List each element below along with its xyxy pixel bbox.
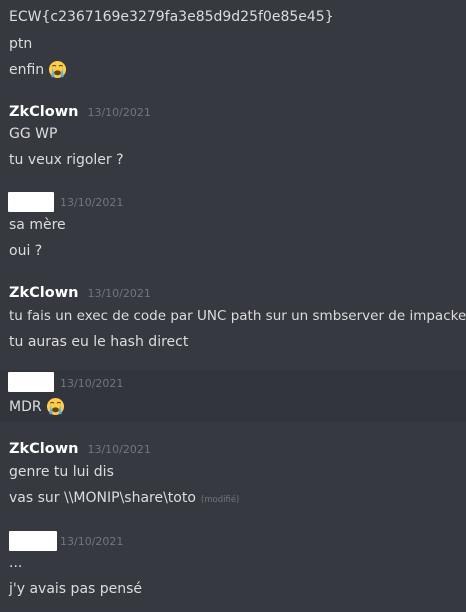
message-timestamp[interactable]: 13/10/2021 (60, 196, 123, 210)
message-text: vas sur \\MONIP\share\toto (9, 490, 196, 506)
message-line: ECW{c2367169e3279fa3e85d9d25f0e85e45} (9, 9, 334, 25)
message-line: ptn (9, 36, 33, 52)
loudly-crying-face-icon (48, 60, 67, 79)
message-line: tu auras eu le hash direct (9, 334, 189, 350)
redacted-author-name[interactable] (9, 531, 57, 551)
redacted-author-name[interactable] (8, 372, 54, 392)
message-line: enfin (9, 60, 67, 79)
message-line: ... (9, 555, 23, 571)
message-line: genre tu lui dis (9, 464, 114, 480)
loudly-crying-face-icon (46, 397, 65, 416)
message-header: ZkClown 13/10/2021 (9, 104, 151, 122)
message-timestamp[interactable]: 13/10/2021 (60, 377, 123, 391)
message-line: oui ? (9, 243, 43, 259)
message-line: GG WP (9, 126, 58, 142)
message-line: vas sur \\MONIP\share\toto (modifié) (9, 489, 239, 509)
message-line: j'y avais pas pensé (9, 581, 143, 597)
message-line: tu fais un exec de code par UNC path sur… (9, 308, 466, 324)
message-line: sa mère (9, 217, 66, 233)
message-text: enfin (9, 62, 45, 78)
message-timestamp[interactable]: 13/10/2021 (87, 443, 150, 456)
message-text: MDR (9, 399, 42, 415)
author-name[interactable]: ZkClown (9, 104, 78, 120)
author-name[interactable]: ZkClown (9, 285, 78, 301)
message-line: MDR (9, 397, 65, 416)
edited-label: (modifié) (200, 495, 240, 505)
message-line: tu veux rigoler ? (9, 152, 124, 168)
message-timestamp[interactable]: 13/10/2021 (60, 535, 123, 549)
message-header: ZkClown 13/10/2021 (9, 441, 151, 459)
message-timestamp[interactable]: 13/10/2021 (87, 287, 150, 300)
message-header: ZkClown 13/10/2021 (9, 285, 151, 303)
redacted-author-name[interactable] (8, 192, 54, 212)
author-name[interactable]: ZkClown (9, 441, 78, 457)
message-timestamp[interactable]: 13/10/2021 (87, 106, 150, 119)
